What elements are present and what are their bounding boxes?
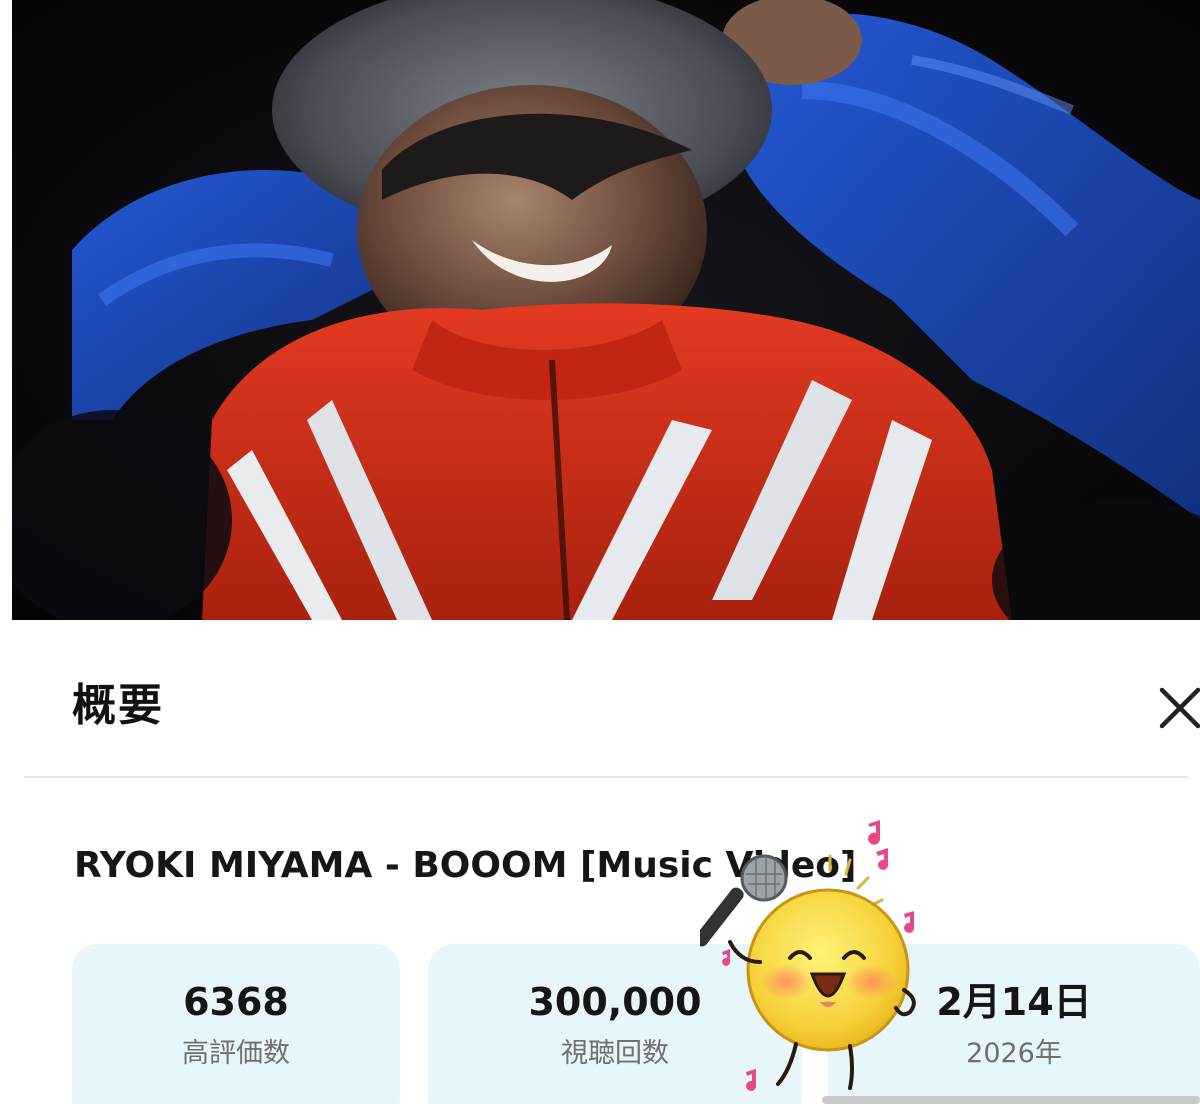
upload-date: 2月14日	[936, 980, 1092, 1024]
views-label: 視聴回数	[561, 1038, 669, 1069]
panel-title: 概要	[72, 680, 164, 731]
close-button[interactable]	[1150, 680, 1200, 736]
video-frame-image	[12, 0, 1200, 620]
video-title: RYOKI MIYAMA - BOOOM [Music Video]	[74, 845, 857, 886]
likes-count: 6368	[183, 980, 289, 1024]
video-description-screen: 概要 RYOKI MIYAMA - BOOOM [Music Video] 63…	[0, 0, 1200, 1104]
views-card: 300,000 視聴回数	[428, 944, 802, 1104]
date-card: 2月14日 2026年	[828, 944, 1200, 1104]
upload-year: 2026年	[966, 1038, 1062, 1069]
views-count: 300,000	[528, 980, 702, 1024]
likes-label: 高評価数	[182, 1038, 290, 1069]
likes-card: 6368 高評価数	[72, 944, 400, 1104]
close-icon	[1159, 687, 1200, 729]
header-divider	[24, 776, 1188, 778]
video-thumbnail[interactable]	[12, 0, 1200, 620]
home-indicator	[822, 1096, 1200, 1104]
